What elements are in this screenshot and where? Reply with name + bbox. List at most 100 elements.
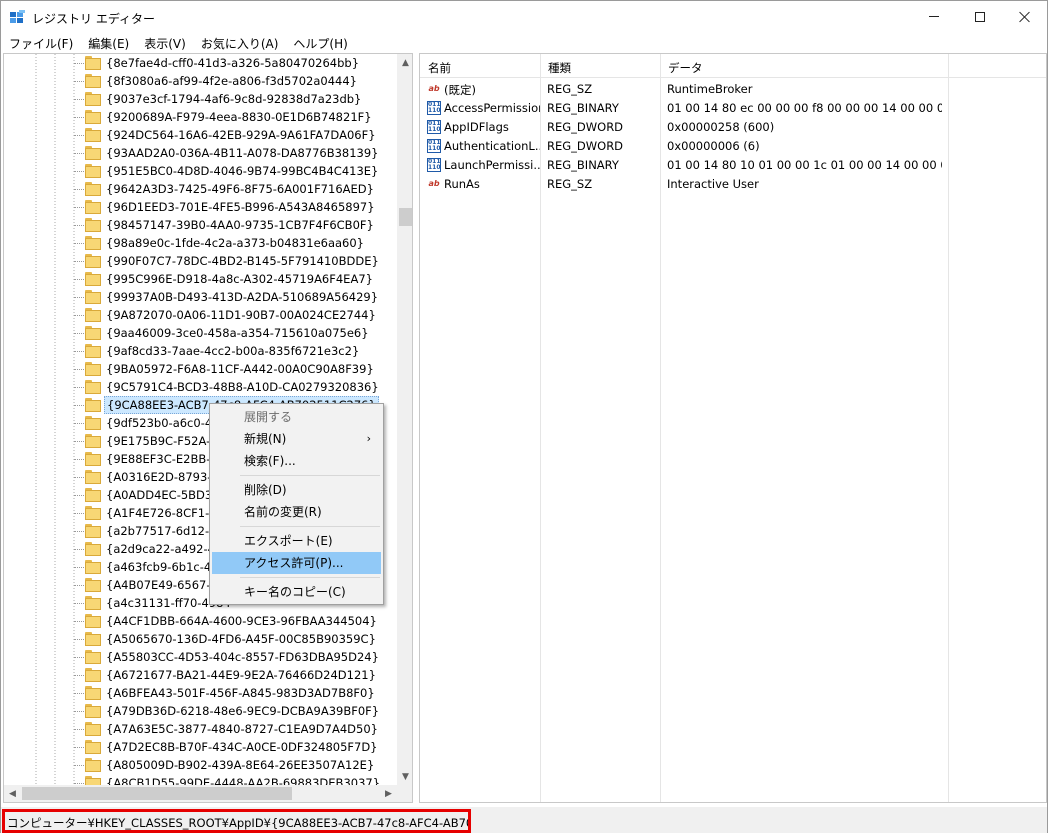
tree-item[interactable]: {99937A0B-D493-413D-A2DA-510689A56429} — [4, 288, 399, 306]
tree-item-label: {9BA05972-F6A8-11CF-A442-00A0C90A8F39} — [106, 362, 374, 376]
minimize-button[interactable] — [911, 1, 957, 32]
tree-item[interactable]: {9200689A-F979-4eea-8830-0E1D6B74821F} — [4, 108, 399, 126]
tree-item[interactable]: {A5065670-136D-4FD6-A45F-00C85B90359C} — [4, 630, 399, 648]
value-row[interactable]: 011 110 AuthenticationL... REG_DWORD 0x00000… — [420, 137, 1046, 156]
column-header-data[interactable]: データ — [668, 60, 703, 76]
tree-item[interactable]: {A79DB36D-6218-48e6-9EC9-DCBA9A39BF0F} — [4, 702, 399, 720]
folder-icon — [85, 326, 101, 340]
tree-item-label: {951E5BC0-4D8D-4046-9B74-99BC4B4C413E} — [106, 164, 379, 178]
registry-editor-window: レジストリ エディター ファイル(F) 編集(E) 表示(V) お気に入り(A)… — [0, 0, 1048, 833]
tree-connector — [74, 693, 84, 694]
tree-item-label: {98a89e0c-1fde-4c2a-a373-b04831e6aa60} — [106, 236, 365, 250]
column-separator[interactable] — [660, 54, 661, 77]
context-menu-item[interactable]: 名前の変更(R) — [212, 501, 381, 523]
tree-item[interactable]: {98a89e0c-1fde-4c2a-a373-b04831e6aa60} — [4, 234, 399, 252]
value-row[interactable]: ab RunAs REG_SZ Interactive User — [420, 175, 1046, 194]
folder-icon — [85, 632, 101, 646]
context-menu-item[interactable]: エクスポート(E) — [212, 530, 381, 552]
tree-item[interactable]: {990F07C7-78DC-4BD2-B145-5F791410BDDE} — [4, 252, 399, 270]
value-name: AppIDFlags — [444, 120, 509, 134]
scroll-up-icon[interactable]: ▲ — [397, 54, 412, 71]
tree-item[interactable]: {A6BFEA43-501F-456F-A845-983D3AD7B8F0} — [4, 684, 399, 702]
tree-item-label: {A4CF1DBB-664A-4600-9CE3-96FBAA344504} — [106, 614, 377, 628]
tree-horizontal-scrollbar[interactable]: ◀ ▶ — [4, 785, 397, 802]
tree-item[interactable]: {951E5BC0-4D8D-4046-9B74-99BC4B4C413E} — [4, 162, 399, 180]
context-menu-item[interactable]: アクセス許可(P)... — [212, 552, 381, 574]
tree-item[interactable]: {9BA05972-F6A8-11CF-A442-00A0C90A8F39} — [4, 360, 399, 378]
tree-connector — [74, 711, 84, 712]
value-row[interactable]: ab (既定) REG_SZ RuntimeBroker — [420, 80, 1046, 99]
folder-icon — [85, 254, 101, 268]
close-button[interactable] — [1002, 1, 1048, 32]
tree-item-label: {8f3080a6-af99-4f2e-a806-f3d5702a0444} — [106, 74, 357, 88]
folder-icon — [85, 344, 101, 358]
value-name: AccessPermission — [444, 101, 540, 115]
tree-item[interactable]: {A7A63E5C-3877-4840-8727-C1EA9D7A4D50} — [4, 720, 399, 738]
context-menu-item[interactable]: 削除(D) — [212, 479, 381, 501]
maximize-button[interactable] — [957, 1, 1003, 32]
context-menu-item[interactable]: 検索(F)... — [212, 450, 381, 472]
tree-item[interactable]: {98457147-39B0-4AA0-9735-1CB7F4F6CB0F} — [4, 216, 399, 234]
value-name: (既定) — [444, 83, 476, 97]
context-menu-item[interactable]: キー名のコピー(C) — [212, 581, 381, 603]
scroll-down-icon[interactable]: ▼ — [397, 768, 412, 785]
context-menu-item-label: 検索(F)... — [244, 454, 296, 468]
folder-icon — [85, 416, 101, 430]
tree-item[interactable]: {8e7fae4d-cff0-41d3-a326-5a80470264bb} — [4, 54, 399, 72]
tree-item[interactable]: {96D1EED3-701E-4FE5-B996-A543A8465897} — [4, 198, 399, 216]
value-type: REG_DWORD — [547, 139, 624, 153]
tree-item[interactable]: {9A872070-0A06-11D1-90B7-00A024CE2744} — [4, 306, 399, 324]
value-data: 01 00 14 80 ec 00 00 00 f8 00 00 00 14 0… — [667, 101, 942, 115]
tree-connector — [74, 207, 84, 208]
menu-view[interactable]: 表示(V) — [136, 32, 193, 52]
tree-item[interactable]: {93AAD2A0-036A-4B11-A078-DA8776B38139} — [4, 144, 399, 162]
value-row[interactable]: 011 110 AccessPermission REG_BINARY 01 00 14… — [420, 99, 1046, 118]
folder-icon — [85, 524, 101, 538]
tree-connector — [74, 333, 84, 334]
tree-connector — [74, 585, 84, 586]
tree-item[interactable]: {924DC564-16A6-42EB-929A-9A61FA7DA06F} — [4, 126, 399, 144]
column-separator[interactable] — [948, 54, 949, 77]
value-row[interactable]: 011 110 AppIDFlags REG_DWORD 0x00000258 (600… — [420, 118, 1046, 137]
tree-item-label: {9A872070-0A06-11D1-90B7-00A024CE2744} — [106, 308, 376, 322]
tree-vertical-scrollbar[interactable]: ▲ ▼ — [397, 54, 412, 802]
tree-item[interactable]: {A4CF1DBB-664A-4600-9CE3-96FBAA344504} — [4, 612, 399, 630]
tree-item-label: {995C996E-D918-4a8c-A302-45719A6F4EA7} — [106, 272, 373, 286]
menu-favorites[interactable]: お気に入り(A) — [193, 32, 286, 52]
menu-help[interactable]: ヘルプ(H) — [285, 32, 354, 52]
scroll-thumb-horizontal[interactable] — [22, 787, 292, 800]
tree-item[interactable]: {A55803CC-4D53-404c-8557-FD63DBA95D24} — [4, 648, 399, 666]
tree-item[interactable]: {9af8cd33-7aae-4cc2-b00a-835f6721e3c2} — [4, 342, 399, 360]
column-separator[interactable] — [540, 54, 541, 77]
folder-icon — [85, 470, 101, 484]
menu-file[interactable]: ファイル(F) — [1, 32, 80, 52]
scroll-left-icon[interactable]: ◀ — [4, 785, 21, 802]
tree-connector — [74, 261, 84, 262]
title-bar[interactable]: レジストリ エディター — [1, 1, 1047, 32]
tree-item[interactable]: {9037e3cf-1794-4af6-9c8d-92838d7a23db} — [4, 90, 399, 108]
maximize-icon — [975, 11, 985, 22]
tree-item[interactable]: {A7D2EC8B-B70F-434C-A0CE-0DF324805F7D} — [4, 738, 399, 756]
tree-item[interactable]: {9aa46009-3ce0-458a-a354-715610a075e6} — [4, 324, 399, 342]
tree-item[interactable]: {A805009D-B902-439A-8E64-26EE3507A12E} — [4, 756, 399, 774]
values-pane[interactable]: 名前 種類 データ ab (既定) REG_SZ RuntimeBroker 011 11… — [419, 53, 1047, 803]
scroll-thumb[interactable] — [399, 208, 412, 226]
context-menu-item[interactable]: 展開する — [212, 406, 381, 428]
tree-connector — [74, 99, 84, 100]
value-row[interactable]: 011 110 LaunchPermissi... REG_BINARY 01 00 1… — [420, 156, 1046, 175]
column-header-name[interactable]: 名前 — [428, 60, 451, 76]
column-header-type[interactable]: 種類 — [548, 60, 571, 76]
tree-connector — [74, 369, 84, 370]
folder-icon — [85, 92, 101, 106]
tree-item[interactable]: {A6721677-BA21-44E9-9E2A-76466D24D121} — [4, 666, 399, 684]
tree-item[interactable]: {8f3080a6-af99-4f2e-a806-f3d5702a0444} — [4, 72, 399, 90]
tree-item[interactable]: {9642A3D3-7425-49F6-8F75-6A001F716AED} — [4, 180, 399, 198]
binary-value-icon: 011 110 — [427, 120, 441, 134]
menu-edit[interactable]: 編集(E) — [80, 32, 136, 52]
context-menu-item[interactable]: 新規(N) › — [212, 428, 381, 450]
tree-item[interactable]: {995C996E-D918-4a8c-A302-45719A6F4EA7} — [4, 270, 399, 288]
tree-connector — [74, 549, 84, 550]
tree-item[interactable]: {9C5791C4-BCD3-48B8-A10D-CA0279320836} — [4, 378, 399, 396]
window-title: レジストリ エディター — [32, 12, 155, 26]
scroll-right-icon[interactable]: ▶ — [380, 785, 397, 802]
